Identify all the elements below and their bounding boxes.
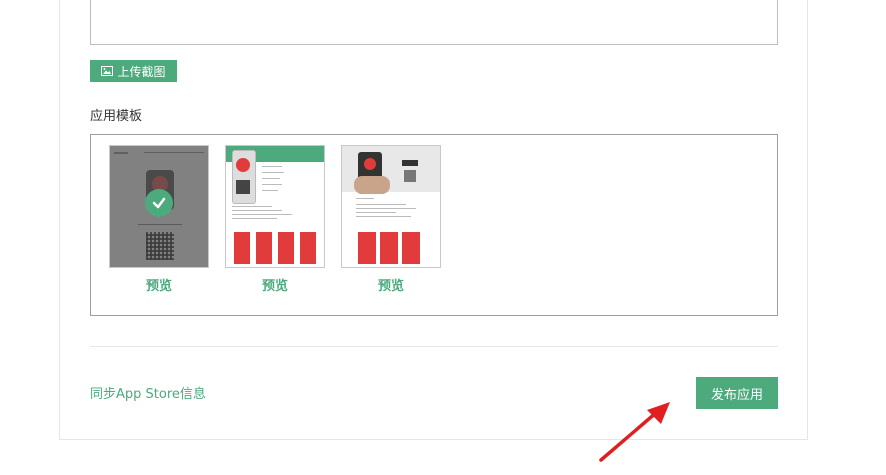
- upload-screenshot-label: 上传截图: [117, 64, 166, 79]
- sync-app-store-link[interactable]: 同步App Store信息: [90, 383, 206, 402]
- red-arrow-annotation: [599, 402, 670, 462]
- image-icon: [101, 66, 114, 76]
- template-list: 预览 预览 预览: [90, 134, 778, 316]
- divider: [90, 346, 778, 347]
- template-thumb-2[interactable]: [225, 145, 325, 268]
- app-template-label: 应用模板: [90, 109, 143, 124]
- template-preview-link-1[interactable]: 预览: [109, 275, 209, 294]
- template-preview-link-2[interactable]: 预览: [225, 275, 325, 294]
- checkmark-icon: [145, 189, 173, 217]
- description-textarea[interactable]: [90, 0, 778, 45]
- template-thumb-3[interactable]: [341, 145, 441, 268]
- template-thumb-1[interactable]: [109, 145, 209, 268]
- publish-app-button[interactable]: 发布应用: [696, 377, 778, 409]
- template-preview-link-3[interactable]: 预览: [341, 275, 441, 294]
- upload-screenshot-button[interactable]: 上传截图: [90, 60, 177, 82]
